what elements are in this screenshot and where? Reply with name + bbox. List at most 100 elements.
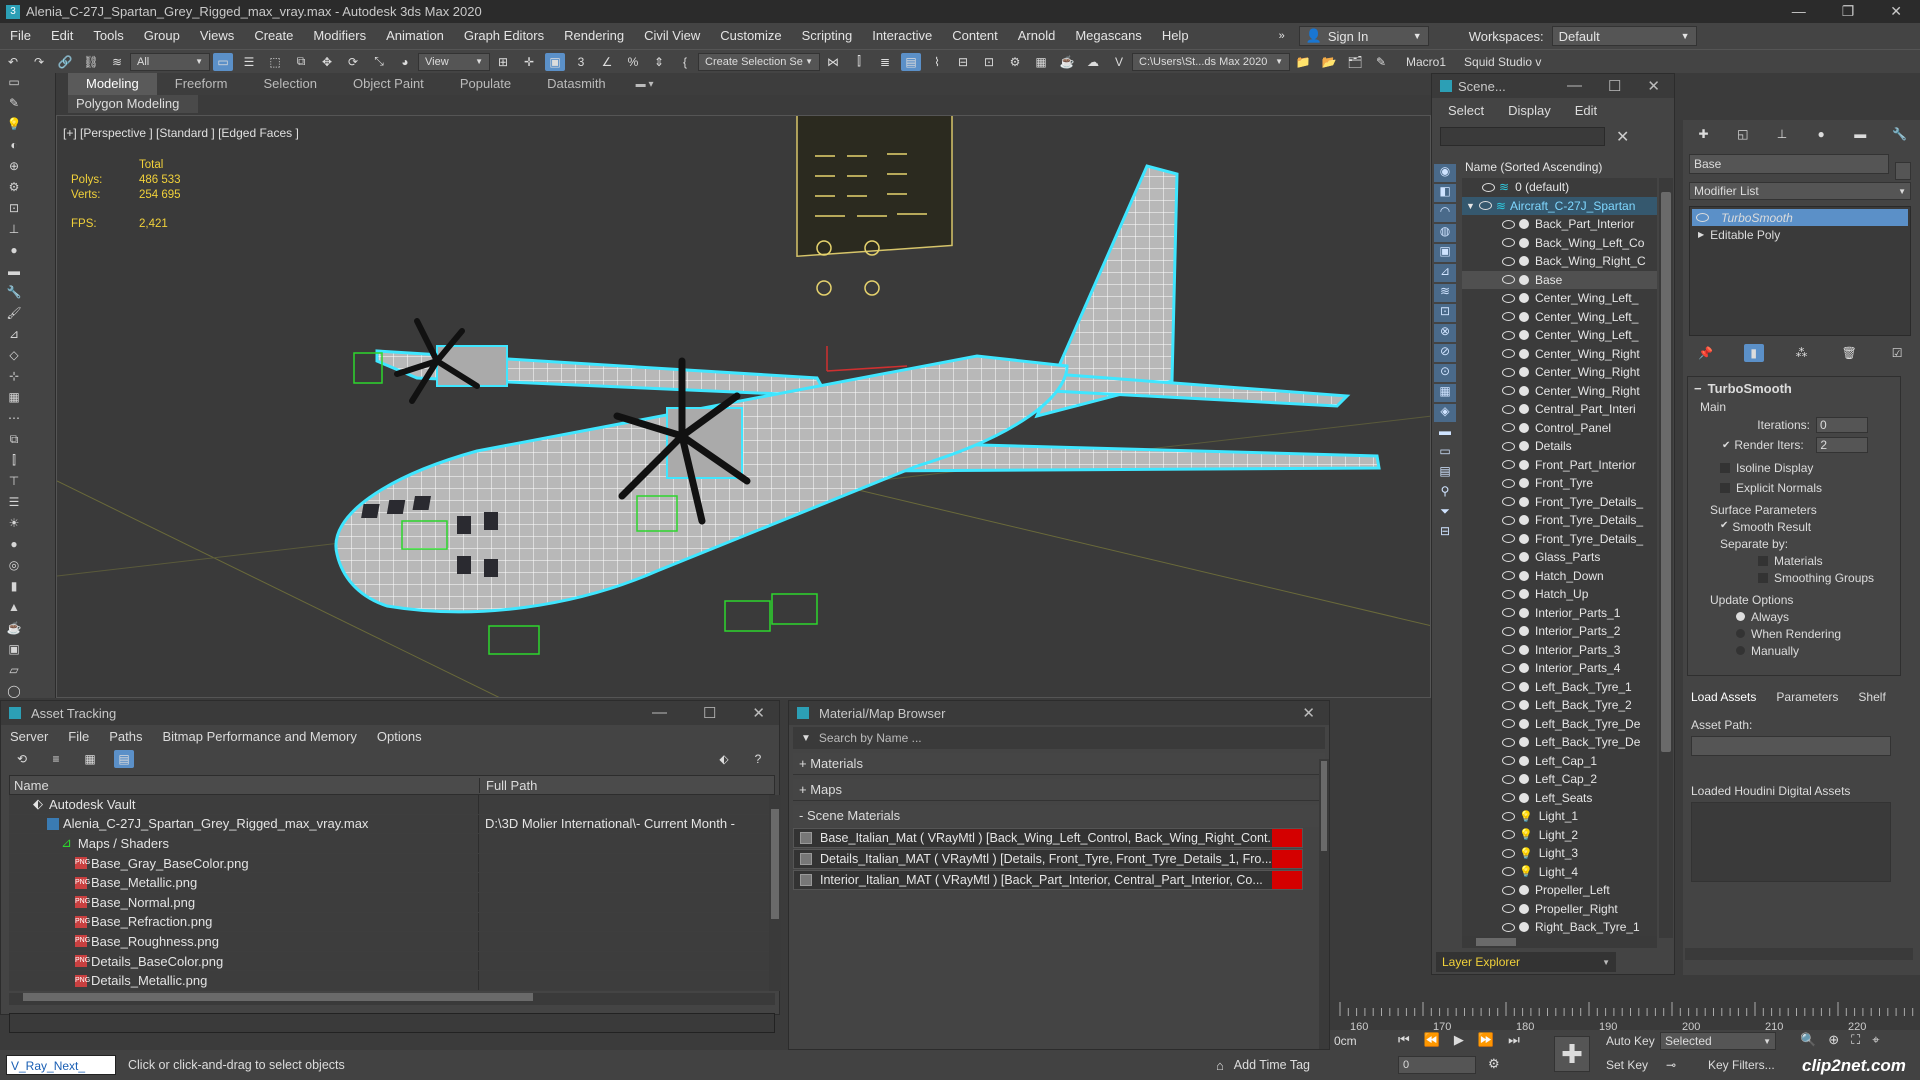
tab-load-assets[interactable]: Load Assets (1691, 690, 1756, 704)
add-time-tag-button[interactable]: Add Time Tag (1234, 1058, 1310, 1072)
display-tab-icon[interactable]: ▬ (1851, 125, 1870, 143)
script-icon[interactable]: ✎ (1371, 53, 1391, 71)
scene-object-row[interactable]: Propeller_Right (1462, 900, 1657, 919)
select-by-name-icon[interactable]: ☰ (239, 53, 259, 71)
asset-row[interactable]: PNG Base_Gray_BaseColor.png (9, 853, 775, 874)
modifier-visibility-icon[interactable] (1696, 213, 1709, 222)
scene-object-row[interactable]: Front_Part_Interior (1462, 456, 1657, 475)
visibility-icon[interactable] (1502, 848, 1515, 858)
light-tool-icon[interactable]: 💡 (3, 117, 25, 134)
asset-menu-bitmap[interactable]: Bitmap Performance and Memory (163, 729, 357, 744)
scene-object-row[interactable]: Central_Part_Interi (1462, 400, 1657, 419)
thumbnail-view-icon[interactable]: ▦ (80, 750, 100, 768)
scene-object-row[interactable]: Base (1462, 270, 1657, 289)
select-object-icon[interactable]: ▭ (213, 52, 233, 71)
scene-object-row[interactable]: Right_Back_Tyre_1 (1462, 918, 1657, 937)
scene-object-row[interactable]: Left_Seats (1462, 789, 1657, 808)
redo-icon[interactable]: ↷ (29, 53, 49, 71)
scene-object-row[interactable]: Left_Cap_2 (1462, 770, 1657, 789)
prev-frame-icon[interactable]: ⏪ (1424, 1032, 1440, 1048)
scene-material-item[interactable]: Interior_Italian_MAT ( VRayMtl ) [Back_P… (793, 870, 1303, 890)
visibility-icon[interactable] (1502, 238, 1515, 248)
ribbon-tab-modeling[interactable]: Modeling (68, 73, 157, 95)
scene-menu-display[interactable]: Display (1508, 103, 1551, 118)
move-icon[interactable]: ✥ (317, 53, 337, 71)
project-folder-icon[interactable]: 📁 (1293, 53, 1313, 71)
edit-named-sets-icon[interactable]: { (675, 53, 695, 71)
scene-object-row[interactable]: Left_Cap_1 (1462, 752, 1657, 771)
schematic-view-icon[interactable]: ⊟ (953, 53, 973, 71)
scene-object-row[interactable]: Front_Tyre_Details_ (1462, 530, 1657, 549)
motion-tool-icon[interactable]: ● (3, 243, 25, 260)
select-none-icon[interactable]: ▭ (1434, 444, 1456, 462)
scale-icon[interactable]: ⤡ (369, 53, 389, 71)
light-lister-icon[interactable]: ☰ (3, 495, 25, 512)
menu-arnold[interactable]: Arnold (1008, 23, 1066, 49)
visibility-icon[interactable] (1502, 330, 1515, 340)
modifier-tool-icon[interactable]: ⊡ (3, 201, 25, 218)
zoom-all-icon[interactable]: ⊕ (1828, 1032, 1839, 1048)
asset-row[interactable]: PNG Details_BaseColor.png (9, 951, 775, 972)
visibility-icon[interactable] (1502, 404, 1515, 414)
snap-3d-icon[interactable]: 3 (571, 53, 591, 71)
chevron-down-icon[interactable]: ▼ (801, 733, 811, 744)
time-config-icon[interactable]: ⚙ (1488, 1056, 1500, 1072)
scene-object-row[interactable]: Front_Tyre_Details_ (1462, 511, 1657, 530)
asset-row[interactable]: Alenia_C-27J_Spartan_Grey_Rigged_max_vra… (9, 814, 775, 835)
scene-material-item[interactable]: Base_Italian_Mat ( VRayMtl ) [Back_Wing_… (793, 828, 1303, 848)
paint-icon[interactable]: 🖌 (3, 306, 25, 323)
curve-editor-icon[interactable]: ⌇ (927, 53, 947, 71)
asset-row[interactable]: ⊿ Maps / Shaders (9, 834, 775, 854)
auto-key-button[interactable]: Auto Key (1606, 1034, 1655, 1048)
invert-selection-icon[interactable]: ▤ (1434, 464, 1456, 482)
visibility-icon[interactable] (1502, 423, 1515, 433)
scene-menu-select[interactable]: Select (1448, 103, 1484, 118)
spline-icon[interactable]: ✎ (3, 96, 25, 113)
next-frame-icon[interactable]: ⏩ (1478, 1032, 1494, 1048)
visibility-icon[interactable] (1502, 589, 1515, 599)
visibility-icon[interactable] (1502, 885, 1515, 895)
systems-tool-icon[interactable]: ⚙ (3, 180, 25, 197)
menu-modifiers[interactable]: Modifiers (303, 23, 376, 49)
tab-parameters[interactable]: Parameters (1776, 690, 1838, 704)
vault-icon[interactable]: ⬖ (714, 750, 734, 768)
close-icon[interactable]: ✕ (1890, 3, 1902, 20)
snap-tool-icon[interactable]: ⊿ (3, 327, 25, 344)
asset-row[interactable]: PNG Details_Metallic.png (9, 971, 775, 991)
unlink-icon[interactable]: ⛓ (81, 53, 101, 71)
chevron-right-icon[interactable]: » (1279, 30, 1285, 42)
macro-label[interactable]: Macro1 (1406, 55, 1446, 69)
key-filters-button[interactable]: Key Filters... (1708, 1058, 1775, 1072)
rotate-icon[interactable]: ⟳ (343, 53, 363, 71)
reference-coordinate-select[interactable]: View ▼ (418, 52, 490, 71)
visibility-icon[interactable] (1502, 793, 1515, 803)
visibility-icon[interactable] (1502, 367, 1515, 377)
separate-smoothing-row[interactable]: Smoothing Groups (1688, 568, 1900, 585)
list-view-icon[interactable]: ≡ (46, 750, 66, 768)
scene-object-row[interactable]: 💡 Light_3 (1462, 844, 1657, 863)
container-filter-icon[interactable]: ⊙ (1434, 364, 1456, 382)
align-tool-icon[interactable]: ⫿ (3, 453, 25, 470)
scene-object-row[interactable]: Center_Wing_Right (1462, 345, 1657, 364)
scene-object-row[interactable]: Center_Wing_Right (1462, 363, 1657, 382)
sun-icon[interactable]: ☀ (3, 516, 25, 533)
modifier-list-select[interactable]: Modifier List ▼ (1689, 182, 1911, 200)
scene-object-row[interactable]: Interior_Parts_1 (1462, 604, 1657, 623)
layer-explorer-select[interactable]: Layer Explorer ▼ (1436, 952, 1616, 972)
show-end-result-icon[interactable]: ▮ (1743, 344, 1764, 362)
visibility-icon[interactable] (1502, 830, 1515, 840)
motion-tab-icon[interactable]: ● (1812, 125, 1831, 143)
goto-start-icon[interactable]: ⏮ (1398, 1032, 1410, 1048)
set-key-big-button[interactable]: ✚ (1554, 1036, 1590, 1072)
asset-row[interactable]: PNG Base_Roughness.png (9, 932, 775, 952)
scene-object-row[interactable]: Back_Wing_Left_Co (1462, 234, 1657, 253)
modify-tab-icon[interactable]: ◱ (1733, 125, 1752, 143)
camera-filter-icon[interactable]: ▣ (1434, 244, 1456, 262)
menu-edit[interactable]: Edit (41, 23, 83, 49)
remove-modifier-icon[interactable]: 🗑 (1839, 344, 1859, 362)
scene-object-row[interactable]: Hatch_Down (1462, 567, 1657, 586)
asset-menu-options[interactable]: Options (377, 729, 422, 744)
visibility-icon[interactable] (1502, 515, 1515, 525)
rendered-frame-icon[interactable]: ▦ (1031, 53, 1051, 71)
pivot-center-icon[interactable]: ⊞ (493, 53, 513, 71)
